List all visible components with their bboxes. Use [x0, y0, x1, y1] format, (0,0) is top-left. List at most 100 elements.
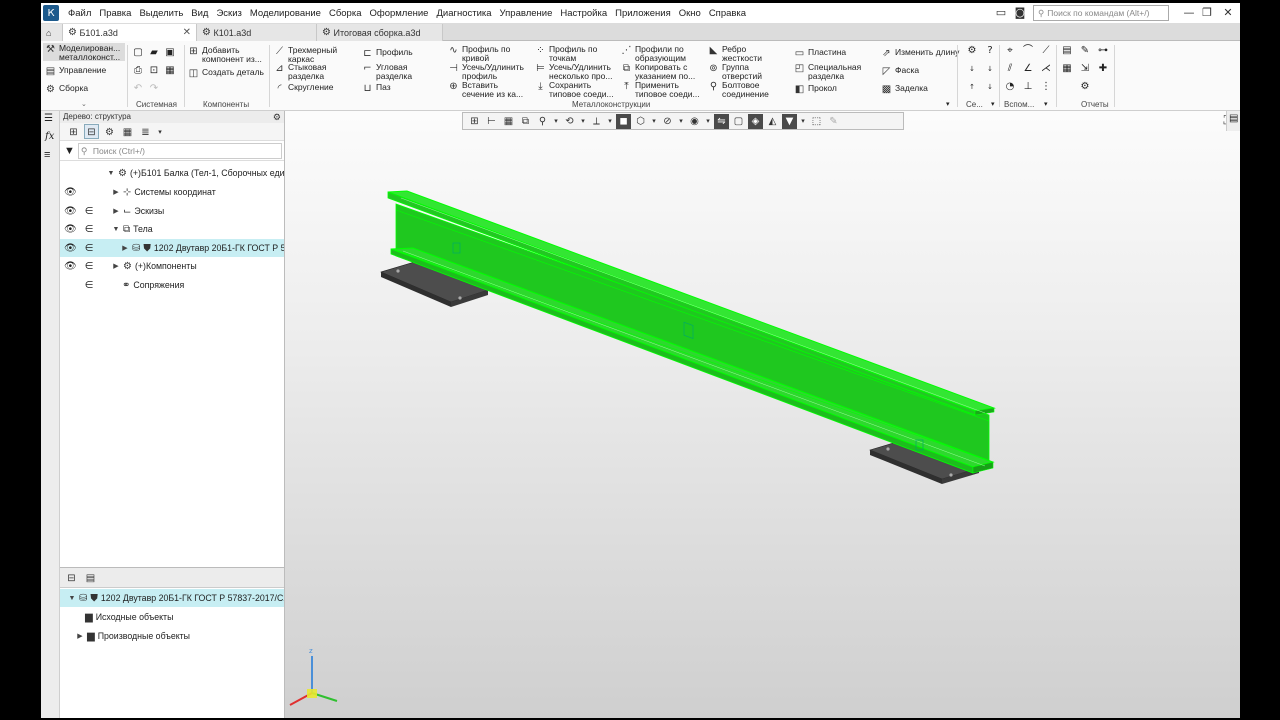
step-export-icon[interactable]: ↓	[966, 63, 978, 75]
menu-sketch[interactable]: Эскиз	[212, 8, 245, 19]
xml-export-icon[interactable]: ↑	[966, 81, 978, 93]
menu-file[interactable]: Файл	[64, 8, 95, 19]
aux-mid-icon[interactable]: ⋮	[1040, 81, 1052, 93]
groove-button[interactable]: ⊔ Паз	[362, 83, 391, 94]
visibility-eye-icon[interactable]: 👁	[64, 187, 77, 198]
report-settings-icon[interactable]: ⚙	[1079, 81, 1091, 93]
new-document-icon[interactable]: ▢	[132, 47, 144, 59]
include-icon[interactable]: ∈	[83, 224, 95, 235]
close-button[interactable]: ✕	[1217, 5, 1239, 21]
dropdown-arrow-icon[interactable]: ▾	[156, 124, 164, 139]
insert-section-button[interactable]: ⊕ Вставить сечение из ка...	[448, 81, 523, 98]
tree-structure-icon[interactable]: ⊟	[64, 570, 79, 585]
tree-structure-icon[interactable]: ⊞	[66, 124, 81, 139]
copy-with-direction-button[interactable]: ⧉ Копировать с указанием по...	[621, 63, 695, 80]
menu-management[interactable]: Управление	[496, 8, 557, 19]
tree-search-input[interactable]: ⚲ Поиск (Ctrl+/)	[77, 142, 282, 159]
props-derived-objects[interactable]: ▶ ▆ Производные объекты	[60, 627, 284, 645]
menu-modeling[interactable]: Моделирование	[246, 8, 325, 19]
help-icon[interactable]: ?	[984, 45, 996, 57]
fillet-button[interactable]: ◜ Скругление	[274, 83, 334, 94]
report-props-icon[interactable]: ⊶	[1097, 45, 1109, 57]
bolt-joint-button[interactable]: ⚲ Болтовое соединение	[708, 81, 769, 98]
stiffener-button[interactable]: ◣ Ребро жесткости	[708, 45, 762, 62]
report-add-icon[interactable]: ✚	[1097, 63, 1109, 75]
profile-by-points-button[interactable]: ⁘ Профиль по точкам	[535, 45, 597, 62]
menu-design[interactable]: Оформление	[366, 8, 433, 19]
restore-button[interactable]: ❐	[1196, 5, 1218, 21]
menu-icon[interactable]: ≡	[44, 149, 50, 161]
tree-item-i-beam[interactable]: 👁 ∈ ▶ ⛁ ⛊ 1202 Двутавр 20Б1-ГК ГОСТ Р 57	[60, 239, 284, 257]
mode-metal-structures[interactable]: ⚒ Моделирован... металлоконст...	[43, 43, 125, 61]
tab-b101[interactable]: ⚙ Б101.a3d ✕	[63, 24, 197, 41]
trim-extend-profile-button[interactable]: ⊣ Усечь/Удлинить профиль	[448, 63, 524, 80]
create-part-button[interactable]: ◫ Создать деталь	[188, 68, 264, 79]
chevron-down-icon[interactable]: ▼	[112, 226, 120, 233]
tree-hierarchy-icon[interactable]: ⊟	[84, 124, 99, 139]
seal-button[interactable]: ▩ Заделка	[881, 84, 928, 95]
3d-viewport[interactable]: ⊞ ⊢ ▦ ⧉ ⚲ ▾ ⟲ ▾ ⟂ ▾ ◼ ⬡ ▾ ⊘ ▾ ◉ ▾ ⇋ ▢ ◈ …	[285, 111, 1240, 718]
aux-plane-icon[interactable]: ⌒	[1022, 45, 1034, 57]
properties-panel-icon[interactable]: ▤	[1229, 113, 1238, 124]
tree-list-icon[interactable]: ≣	[138, 124, 153, 139]
collapse-icon[interactable]: ⌄	[81, 100, 87, 108]
properties-list-icon[interactable]: ▤	[83, 570, 98, 585]
save-icon[interactable]: ▣	[164, 47, 176, 59]
gear-icon[interactable]: ⚙	[966, 45, 978, 57]
window-layout-icon[interactable]: ▭	[994, 6, 1008, 20]
report-table-icon[interactable]: ▦	[1061, 63, 1073, 75]
hole-group-button[interactable]: ⊚ Группа отверстий	[708, 63, 762, 80]
print-icon[interactable]: ⎙	[132, 65, 144, 77]
tree-item-sketches[interactable]: 👁 ∈ ▶ ⌙ Эскизы	[60, 202, 284, 220]
props-source-objects[interactable]: ▆ Исходные объекты	[60, 608, 284, 626]
menu-assembly[interactable]: Сборка	[325, 8, 366, 19]
menu-view[interactable]: Вид	[187, 8, 212, 19]
chevron-right-icon[interactable]: ▶	[76, 632, 84, 640]
visibility-eye-icon[interactable]: 👁	[64, 243, 77, 254]
open-icon[interactable]: ▰	[148, 47, 160, 59]
save-typical-joint-button[interactable]: ⤓ Сохранить типовое соеди...	[535, 81, 613, 98]
report-edit-icon[interactable]: ✎	[1079, 45, 1091, 57]
tab-final-assembly[interactable]: ⚙ Итоговая сборка.a3d	[317, 24, 443, 41]
butt-cut-button[interactable]: ⊿ Стыковая разделка	[274, 63, 326, 80]
menu-window[interactable]: Окно	[675, 8, 705, 19]
mode-assembly[interactable]: ⚙ Сборка	[45, 84, 88, 95]
plate-button[interactable]: ▭ Пластина	[794, 48, 846, 59]
command-search-input[interactable]: ⚲ Поиск по командам (Alt+/)	[1033, 5, 1169, 21]
i-beam-model[interactable]	[387, 190, 996, 474]
redo-icon[interactable]: ↷	[148, 83, 160, 95]
frame-3d-button[interactable]: ⟋ Трехмерный каркас	[274, 46, 337, 63]
filter-icon[interactable]: ▼	[64, 145, 75, 157]
chevron-down-icon[interactable]: ▼	[107, 170, 115, 177]
tree-item-bodies[interactable]: 👁 ∈ ▼ ⧉ Тела	[60, 220, 284, 238]
special-cut-button[interactable]: ◰ Специальная разделка	[794, 63, 861, 80]
preview-icon[interactable]: ⊡	[148, 65, 160, 77]
chevron-right-icon[interactable]: ▶	[112, 207, 120, 215]
gear-icon[interactable]: ⚙	[273, 111, 281, 123]
profile-button[interactable]: ⊏ Профиль	[362, 48, 412, 59]
menu-apps[interactable]: Приложения	[611, 8, 675, 19]
pierce-button[interactable]: ◧ Прокол	[794, 84, 837, 95]
tab-k101[interactable]: ⚙ К101.a3d	[197, 24, 317, 41]
close-icon[interactable]: ✕	[183, 27, 191, 38]
menu-diagnostics[interactable]: Диагностика	[432, 8, 495, 19]
change-length-button[interactable]: ⇗ Изменить длину	[881, 48, 959, 59]
mode-management[interactable]: ▤ Управление	[45, 66, 107, 77]
profiles-by-generatrix-button[interactable]: ⋰ Профили по образующим	[621, 45, 686, 62]
chevron-right-icon[interactable]: ▶	[121, 244, 129, 252]
report-export-icon[interactable]: ⇲	[1079, 63, 1091, 75]
save-all-icon[interactable]: ▦	[164, 65, 176, 77]
menu-edit[interactable]: Правка	[95, 8, 135, 19]
home-tab[interactable]: ⌂	[41, 24, 63, 41]
aux-tangent-icon[interactable]: ◔	[1004, 81, 1016, 93]
dropdown-arrow-icon[interactable]: ▾	[1044, 100, 1048, 108]
aux-line-icon[interactable]: ⟋	[1040, 45, 1052, 57]
tree-grid-icon[interactable]: ▦	[120, 124, 135, 139]
screenshot-icon[interactable]: ◙	[1013, 6, 1027, 20]
include-icon[interactable]: ∈	[83, 206, 95, 217]
variables-icon[interactable]: fx	[45, 131, 54, 142]
visibility-eye-icon[interactable]: 👁	[64, 224, 77, 235]
chevron-right-icon[interactable]: ▶	[112, 188, 120, 196]
corner-cut-button[interactable]: ⌐ Угловая разделка	[362, 63, 412, 80]
tree-item-mates[interactable]: ∈ ⚭ Сопряжения	[60, 276, 284, 294]
